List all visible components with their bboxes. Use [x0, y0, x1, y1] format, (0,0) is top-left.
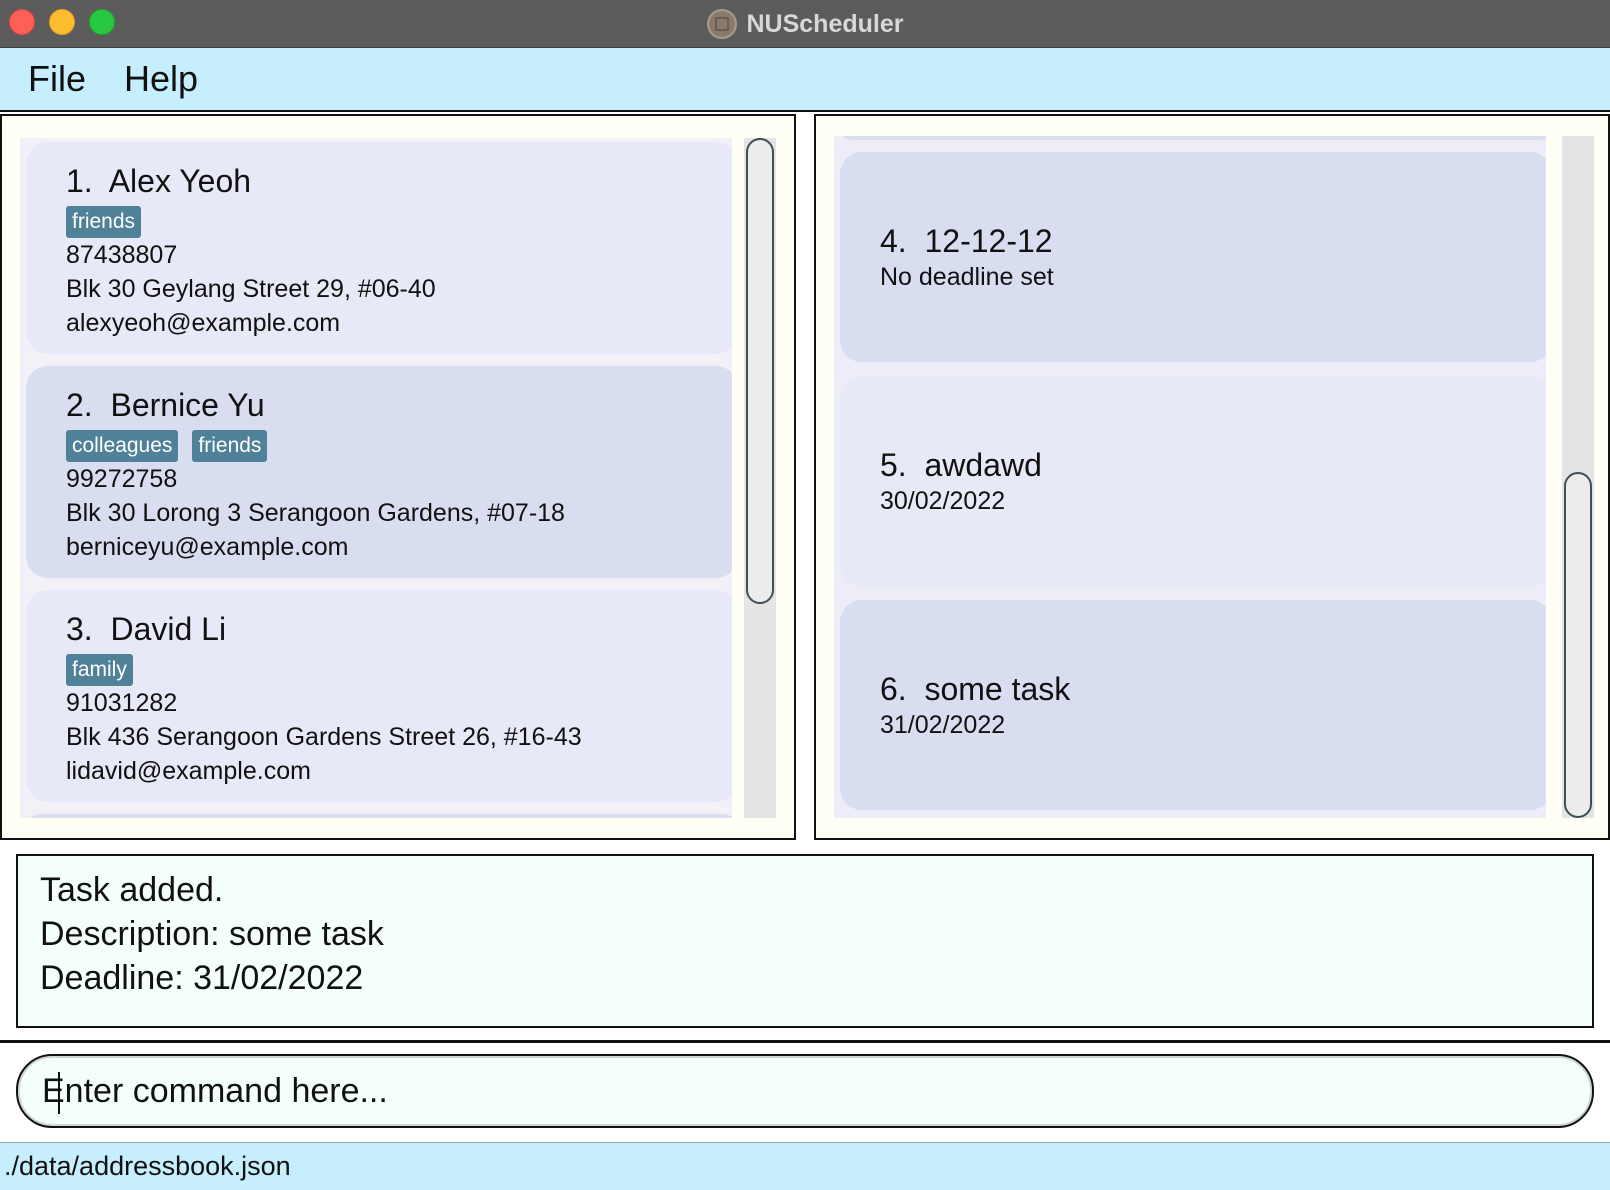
- task-description: 5. awdawd: [880, 447, 1042, 483]
- title-group: NUScheduler: [0, 0, 1610, 48]
- task-deadline: No deadline set: [880, 263, 1054, 291]
- task-description: 4. 12-12-12: [880, 223, 1053, 259]
- command-box[interactable]: [16, 1054, 1594, 1128]
- app-icon: [706, 9, 737, 39]
- task-deadline: 30/02/2022: [880, 487, 1006, 515]
- result-line: Deadline: 31/02/2022: [40, 959, 364, 997]
- person-list-panel: 1. Alex Yeoh friends 87438807 Blk 30 Gey…: [0, 114, 796, 840]
- person-tags: colleagues friends: [66, 430, 732, 462]
- result-display: Task added. Description: some task Deadl…: [16, 854, 1594, 1028]
- divider: [0, 1040, 1610, 1043]
- tag: colleagues: [66, 430, 179, 462]
- person-address: Blk 30 Lorong 3 Serangoon Gardens, #07-1…: [66, 499, 565, 527]
- person-name: 1. Alex Yeoh: [66, 163, 252, 199]
- person-phone: 99272758: [66, 465, 178, 493]
- task-card[interactable]: 5. awdawd 30/02/2022: [840, 376, 1546, 586]
- result-line: Description: some task: [40, 915, 384, 953]
- menu-file[interactable]: File: [28, 58, 86, 100]
- person-phone: 91031282: [66, 689, 178, 717]
- tag: friends: [192, 430, 268, 462]
- person-card[interactable]: 3. David Li family 91031282 Blk 436 Sera…: [26, 590, 732, 802]
- person-name: 2. Bernice Yu: [66, 387, 265, 423]
- person-phone: 87438807: [66, 241, 178, 269]
- save-file-path: ./data/addressbook.json: [4, 1151, 291, 1181]
- person-card[interactable]: 2. Bernice Yu colleagues friends 9927275…: [26, 366, 732, 578]
- task-deadline: 31/02/2022: [880, 711, 1006, 739]
- menu-bar: File Help: [0, 48, 1610, 112]
- person-tags: friends: [66, 206, 732, 238]
- person-list-scroll-thumb[interactable]: [746, 138, 774, 604]
- menu-help[interactable]: Help: [124, 58, 198, 100]
- task-list-scrollbar[interactable]: [1562, 136, 1594, 818]
- text-caret: [58, 1072, 60, 1114]
- person-email: lidavid@example.com: [66, 757, 311, 785]
- result-line: Task added.: [40, 871, 224, 909]
- person-list-scrollbar[interactable]: [744, 138, 776, 818]
- status-bar: ./data/addressbook.json: [0, 1142, 1610, 1190]
- task-list-scroll-thumb[interactable]: [1564, 472, 1592, 818]
- window-title: NUScheduler: [746, 9, 904, 38]
- task-list[interactable]: 4. 12-12-12 No deadline set 5. awdawd 30…: [834, 136, 1546, 818]
- person-email: alexyeoh@example.com: [66, 309, 341, 337]
- title-bar: NUScheduler: [0, 0, 1610, 48]
- command-input[interactable]: [42, 1071, 1592, 1111]
- task-description: 6. some task: [880, 671, 1071, 707]
- person-tags: family: [66, 654, 732, 686]
- person-card[interactable]: 1. Alex Yeoh friends 87438807 Blk 30 Gey…: [26, 142, 732, 354]
- person-email: berniceyu@example.com: [66, 533, 349, 561]
- person-list[interactable]: 1. Alex Yeoh friends 87438807 Blk 30 Gey…: [20, 138, 732, 818]
- person-card-partial: [26, 814, 732, 818]
- tag: family: [66, 654, 133, 686]
- task-card[interactable]: 6. some task 31/02/2022: [840, 600, 1546, 810]
- tag: friends: [66, 206, 142, 238]
- task-card[interactable]: 4. 12-12-12 No deadline set: [840, 152, 1546, 362]
- person-name: 3. David Li: [66, 611, 227, 647]
- task-list-panel: 4. 12-12-12 No deadline set 5. awdawd 30…: [814, 114, 1610, 840]
- person-address: Blk 30 Geylang Street 29, #06-40: [66, 275, 436, 303]
- person-address: Blk 436 Serangoon Gardens Street 26, #16…: [66, 723, 582, 751]
- task-card-partial: [840, 136, 1546, 140]
